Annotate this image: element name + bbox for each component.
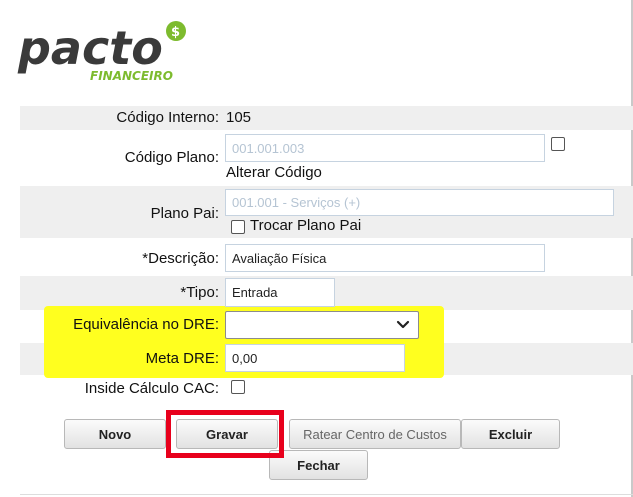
descricao-label: *Descrição: [142,250,219,267]
alterar-codigo-label: Alterar Código [226,164,322,181]
gravar-annotation-box [166,410,284,458]
equivalencia-dropdown[interactable] [225,311,419,339]
codigo-interno-value: 105 [226,109,252,126]
novo-button[interactable]: Novo [64,419,166,449]
svg-text:$: $ [171,25,180,40]
inside-calculo-cac-checkbox[interactable] [231,380,245,394]
pacto-financeiro-logo: pacto $ FINANCEIRO [16,14,186,86]
descricao-input[interactable]: Avaliação Física [225,244,545,272]
trocar-plano-pai-checkbox[interactable] [231,220,245,234]
tipo-label: *Tipo: [180,284,219,301]
excluir-button[interactable]: Excluir [461,419,560,449]
inside-calculo-cac-label: Inside Cálculo CAC: [84,380,219,397]
trocar-plano-pai-label: Trocar Plano Pai [250,217,362,234]
codigo-interno-label: Código Interno: [116,109,219,126]
alterar-codigo-checkbox[interactable] [551,137,565,151]
chevron-down-icon [396,320,410,329]
svg-text:FINANCEIRO: FINANCEIRO [90,69,173,83]
codigo-plano-input[interactable]: 001.001.003 [225,134,545,162]
row-codigo-interno [20,106,633,130]
meta-dre-label: Meta DRE: [145,350,219,367]
equivalencia-label: Equivalência no DRE: [73,316,219,333]
plano-pai-input[interactable]: 001.001 - Serviços (+) [225,189,614,216]
codigo-plano-label: Código Plano: [124,149,219,166]
tipo-select[interactable]: Entrada [225,278,335,307]
plano-pai-label: Plano Pai: [150,205,219,222]
bottom-divider [20,494,633,495]
meta-dre-input[interactable]: 0,00 [225,344,405,372]
ratear-centro-custos-button[interactable]: Ratear Centro de Custos [289,419,461,449]
svg-text:pacto: pacto [17,21,163,75]
